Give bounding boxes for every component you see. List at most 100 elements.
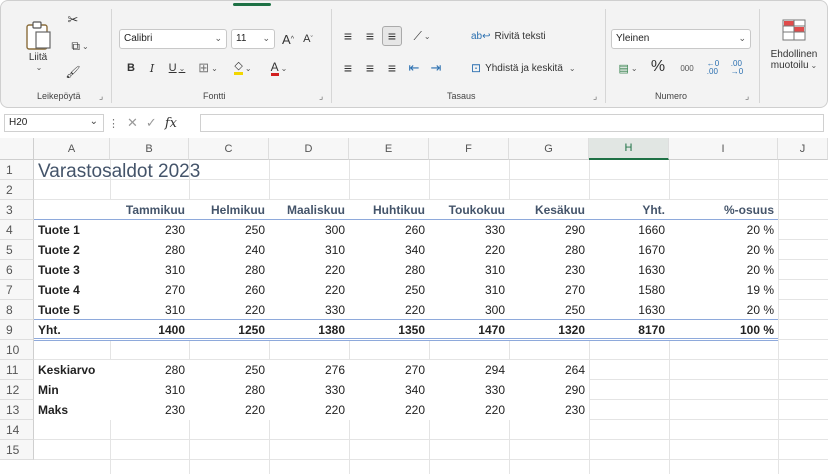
stat-cell[interactable]: 270 [349,360,429,380]
data-cell[interactable]: 290 [509,220,589,240]
stat-cell[interactable]: 230 [110,400,189,420]
data-cell[interactable]: 20 % [669,220,778,240]
total-label[interactable]: Yht. [34,320,110,340]
stat-cell[interactable]: 310 [110,380,189,400]
decrease-decimal-button[interactable]: .00 →0 [727,58,747,78]
data-cell[interactable]: 220 [429,240,509,260]
row-header-11[interactable]: 11 [0,360,34,380]
total-cell[interactable]: 1320 [509,320,589,340]
data-cell[interactable]: 240 [189,240,269,260]
data-cell[interactable]: 19 % [669,280,778,300]
stat-label[interactable]: Maks [34,400,110,420]
row-label[interactable]: Tuote 3 [34,260,110,280]
align-right-button[interactable]: ≡ [383,59,401,77]
align-top-button[interactable]: ≡ [339,27,357,45]
data-cell[interactable]: 280 [189,260,269,280]
accounting-format-button[interactable]: ▤ ⌄ [613,59,643,77]
row-label[interactable]: Tuote 4 [34,280,110,300]
align-bottom-button[interactable]: ≡ [382,26,402,46]
data-cell[interactable]: 270 [110,280,189,300]
stat-cell[interactable]: 280 [189,380,269,400]
data-cell[interactable]: 330 [269,300,349,320]
data-cell[interactable]: 260 [189,280,269,300]
total-cell[interactable]: 1250 [189,320,269,340]
row-header-4[interactable]: 4 [0,220,34,240]
stat-cell[interactable]: 220 [429,400,509,420]
column-title[interactable]: Helmikuu [189,200,269,220]
decrease-indent-button[interactable]: ⇤ [405,59,423,77]
column-title[interactable]: Kesäkuu [509,200,589,220]
wrap-text-button[interactable]: ab↩ Rivitä teksti [471,27,561,45]
borders-button[interactable]: ⊞ ⌄ [193,59,223,77]
number-format-select[interactable]: Yleinen ⌄ [611,29,751,49]
data-cell[interactable]: 260 [349,220,429,240]
fill-color-button[interactable]: ◇ ⌄ [227,59,259,77]
stat-label[interactable]: Keskiarvo [34,360,110,380]
total-cell[interactable]: 1380 [269,320,349,340]
dialog-launcher-icon[interactable]: ⌟ [99,91,109,101]
data-cell[interactable]: 300 [269,220,349,240]
column-title[interactable]: Toukokuu [429,200,509,220]
row-header-10[interactable]: 10 [0,340,34,360]
insert-function-icon[interactable]: fx [165,116,177,131]
percent-style-button[interactable]: % [649,57,667,77]
column-header-i[interactable]: I [669,138,778,160]
underline-button[interactable]: U ⌄ [164,59,190,77]
increase-decimal-button[interactable]: ←0.00 [703,58,723,78]
orientation-button[interactable]: ⟋ ⌄ [407,27,437,45]
total-cell[interactable]: 8170 [589,320,669,340]
data-cell[interactable]: 310 [269,240,349,260]
column-header-e[interactable]: E [349,138,429,160]
stat-label[interactable]: Min [34,380,110,400]
increase-font-button[interactable]: A ^ [279,29,297,49]
data-cell[interactable]: 310 [110,300,189,320]
data-cell[interactable]: 20 % [669,240,778,260]
row-header-6[interactable]: 6 [0,260,34,280]
column-header-f[interactable]: F [429,138,509,160]
data-cell[interactable]: 310 [110,260,189,280]
row-header-9[interactable]: 9 [0,320,34,340]
row-header-14[interactable]: 14 [0,420,34,440]
column-title[interactable]: Huhtikuu [349,200,429,220]
data-cell[interactable]: 220 [269,280,349,300]
sheet-title[interactable]: Varastosaldot 2023 [34,160,200,184]
dialog-launcher-icon[interactable]: ⌟ [319,91,329,101]
stat-cell[interactable]: 220 [349,400,429,420]
worksheet-grid[interactable]: A B C D E F G H I J 1 2 3 4 5 6 7 8 9 10 11 12 13 14 15 Varastosa… [0,138,828,474]
data-cell[interactable]: 1630 [589,260,669,280]
column-header-d[interactable]: D [269,138,349,160]
data-cell[interactable]: 1660 [589,220,669,240]
total-cell[interactable]: 1350 [349,320,429,340]
row-label[interactable]: Tuote 1 [34,220,110,240]
formula-input[interactable] [200,114,824,132]
conditional-formatting-button[interactable]: Ehdollinen muotoilu ⌄ [763,19,825,85]
confirm-icon[interactable]: ✓ [146,115,157,131]
format-painter-button[interactable]: 🖌 [63,63,83,81]
row-header-3[interactable]: 3 [0,200,34,220]
dialog-launcher-icon[interactable]: ⌟ [593,91,603,101]
column-header-g[interactable]: G [509,138,589,160]
stat-cell[interactable]: 330 [269,380,349,400]
data-cell[interactable]: 250 [349,280,429,300]
stat-cell[interactable]: 220 [189,400,269,420]
column-header-j[interactable]: J [778,138,828,160]
data-cell[interactable]: 250 [509,300,589,320]
decrease-font-button[interactable]: Aˇ [299,29,317,49]
stat-cell[interactable]: 280 [110,360,189,380]
merge-center-button[interactable]: ⊡ Yhdistä ja keskitä ⌄ [471,59,599,77]
column-header-b[interactable]: B [110,138,189,160]
stat-cell[interactable]: 276 [269,360,349,380]
data-cell[interactable]: 220 [349,300,429,320]
stat-cell[interactable]: 290 [509,380,589,400]
stat-cell[interactable]: 230 [509,400,589,420]
stat-cell[interactable]: 340 [349,380,429,400]
bold-button[interactable]: B [123,59,139,77]
data-cell[interactable]: 230 [509,260,589,280]
align-center-button[interactable]: ≡ [361,59,379,77]
data-cell[interactable]: 1630 [589,300,669,320]
data-cell[interactable]: 220 [269,260,349,280]
paste-button[interactable]: Liitä ⌄ [21,13,55,79]
select-all-corner[interactable] [0,138,34,160]
font-size-select[interactable]: 11 ⌄ [231,29,275,49]
stat-cell[interactable]: 264 [509,360,589,380]
